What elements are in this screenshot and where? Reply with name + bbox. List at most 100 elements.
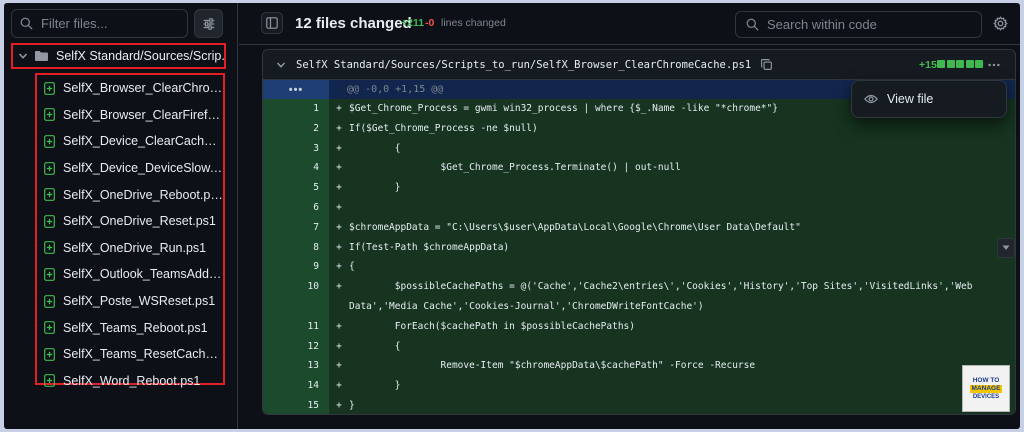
line-number[interactable]: 4 xyxy=(263,158,329,179)
diff-sign: + xyxy=(329,336,349,357)
code-text: $possibleCachePaths = @('Cache','Cache2\… xyxy=(349,277,1015,317)
file-name: SelfX_OneDrive_Reset.ps1 xyxy=(63,214,216,229)
code-text: $Get_Chrome_Process.Terminate() | out-nu… xyxy=(349,158,1015,179)
file-list-item[interactable]: SelfX_OneDrive_Reset.ps1 xyxy=(37,208,223,235)
toggle-sidebar-button[interactable] xyxy=(261,12,283,34)
line-number[interactable]: 3 xyxy=(263,138,329,159)
diff-sign: + xyxy=(329,99,349,119)
logo-line-2: MANAGE xyxy=(969,384,1003,393)
line-number[interactable]: 12 xyxy=(263,336,329,357)
filter-settings-button[interactable] xyxy=(194,9,223,38)
file-list-item[interactable]: SelfX_Poste_WSReset.ps1 xyxy=(37,288,223,315)
logo-line-3: DEVICES xyxy=(972,393,1000,400)
code-search-box[interactable] xyxy=(735,11,982,38)
line-number[interactable]: 11 xyxy=(263,316,329,337)
copy-icon[interactable] xyxy=(760,58,773,71)
line-number[interactable]: 15 xyxy=(263,395,329,414)
code-text: } xyxy=(349,395,1015,414)
file-name: SelfX_Device_DeviceSlow.ps1 xyxy=(63,161,223,176)
file-added-icon xyxy=(44,374,55,388)
code-lines: 1 + $Get_Chrome_Process = gwmi win32_proce… xyxy=(263,99,1015,414)
sliders-icon xyxy=(203,17,214,30)
diff-line: 11 + ForEach($cachePath in $possibleCache… xyxy=(263,316,1015,337)
file-added-icon xyxy=(44,347,55,361)
file-list-item[interactable]: SelfX_Browser_ClearFirefoxC... xyxy=(37,102,223,129)
filter-box[interactable] xyxy=(11,9,188,38)
code-text: { xyxy=(349,138,1015,159)
file-added-icon xyxy=(44,241,55,255)
folder-icon xyxy=(34,50,49,62)
line-number[interactable]: 6 xyxy=(263,197,329,218)
filter-files-input[interactable] xyxy=(41,16,181,31)
diff-sign: + xyxy=(329,197,349,218)
lines-changed-label: lines changed xyxy=(441,17,506,29)
line-number[interactable]: 7 xyxy=(263,217,329,238)
file-name: SelfX_Word_Reboot.ps1 xyxy=(63,373,201,388)
file-added-icon xyxy=(44,321,55,335)
file-list-item[interactable]: SelfX_Device_ClearCache.ps1 xyxy=(37,128,223,155)
chevron-down-icon[interactable] xyxy=(276,60,286,70)
diff-line: 12 + { xyxy=(263,336,1015,357)
file-list-item[interactable]: SelfX_Teams_Reboot.ps1 xyxy=(37,314,223,341)
file-list-item[interactable]: SelfX_Word_Reboot.ps1 xyxy=(37,368,223,395)
file-added-icon xyxy=(44,108,55,122)
line-number[interactable]: 1 xyxy=(263,99,329,119)
file-name: SelfX_OneDrive_Run.ps1 xyxy=(63,240,207,255)
expand-down-button[interactable] xyxy=(997,238,1015,258)
diff-line: 10 + $possibleCachePaths = @('Cache','Cac… xyxy=(263,277,1015,317)
line-number[interactable]: 9 xyxy=(263,257,329,278)
view-file-menu-item[interactable]: View file xyxy=(887,92,933,106)
file-name: SelfX_Poste_WSReset.ps1 xyxy=(63,294,216,309)
file-added-icon xyxy=(44,294,55,308)
app-window: SelfX Standard/Sources/Scrip... SelfX_Br… xyxy=(4,3,1020,429)
code-text: Remove-Item "$chromeAppData\$cachePath" … xyxy=(349,356,1015,377)
file-added-icon xyxy=(44,135,55,148)
diff-sign: + xyxy=(329,138,349,159)
diff-sign: + xyxy=(329,316,349,337)
file-diff-header: SelfX Standard/Sources/Scripts_to_run/Se… xyxy=(263,50,1015,80)
diff-sign: + xyxy=(329,118,349,139)
line-number[interactable]: 14 xyxy=(263,376,329,396)
file-list-item[interactable]: SelfX_Outlook_TeamsAddIn.... xyxy=(37,261,223,288)
diff-header: 12 files changed +211 -0 lines changed xyxy=(239,3,1020,45)
expand-hunk-button[interactable]: ••• xyxy=(263,80,329,99)
code-text: } xyxy=(349,178,1015,198)
diff-sign: + xyxy=(329,158,349,179)
search-within-code-input[interactable] xyxy=(767,17,967,32)
diff-sign: + xyxy=(329,217,349,238)
diff-sign: + xyxy=(329,395,349,414)
file-list-item[interactable]: SelfX_Teams_ResetCache.ps1 xyxy=(37,341,223,368)
file-options-menu: View file xyxy=(851,80,1007,118)
gear-icon[interactable] xyxy=(993,16,1008,31)
files-changed-count: 12 files changed xyxy=(295,15,412,32)
code-text: $chromeAppData = "C:\Users\$user\AppData… xyxy=(349,217,1015,238)
code-text: If(Test-Path $chromeAppData) xyxy=(349,237,1015,258)
code-text: { xyxy=(349,257,1015,278)
file-added-icon xyxy=(44,214,55,228)
file-added-icon xyxy=(44,161,55,175)
diff-line: 3 + { xyxy=(263,138,1015,159)
file-list-item[interactable]: SelfX_Browser_ClearChrome... xyxy=(37,75,223,102)
kebab-menu-icon[interactable] xyxy=(987,58,1001,72)
diff-line: 9 +{ xyxy=(263,257,1015,278)
file-name: SelfX_Teams_ResetCache.ps1 xyxy=(63,347,223,362)
folder-row[interactable]: SelfX Standard/Sources/Scrip... xyxy=(11,43,226,69)
line-number[interactable]: 10 xyxy=(263,277,329,317)
file-name: SelfX_Device_ClearCache.ps1 xyxy=(63,134,223,149)
diff-line: 6 + xyxy=(263,197,1015,218)
diff-sign: + xyxy=(329,356,349,377)
search-icon xyxy=(746,18,759,31)
line-number[interactable]: 13 xyxy=(263,356,329,377)
file-list-item[interactable]: SelfX_OneDrive_Run.ps1 xyxy=(37,235,223,262)
line-number[interactable]: 5 xyxy=(263,178,329,198)
diff-line: 5 + } xyxy=(263,178,1015,198)
file-name: SelfX_Outlook_TeamsAddIn.... xyxy=(63,267,223,282)
line-number[interactable]: 2 xyxy=(263,118,329,139)
file-list-item[interactable]: SelfX_Device_DeviceSlow.ps1 xyxy=(37,155,223,182)
file-added-icon xyxy=(44,268,55,281)
diff-line: 2 + If($Get_Chrome_Process -ne $null) xyxy=(263,118,1015,139)
diff-line: 4 + $Get_Chrome_Process.Terminate() | out… xyxy=(263,158,1015,179)
line-number[interactable]: 8 xyxy=(263,237,329,258)
diff-file-path[interactable]: SelfX Standard/Sources/Scripts_to_run/Se… xyxy=(296,59,751,71)
file-list-item[interactable]: SelfX_OneDrive_Reboot.ps1 xyxy=(37,181,223,208)
